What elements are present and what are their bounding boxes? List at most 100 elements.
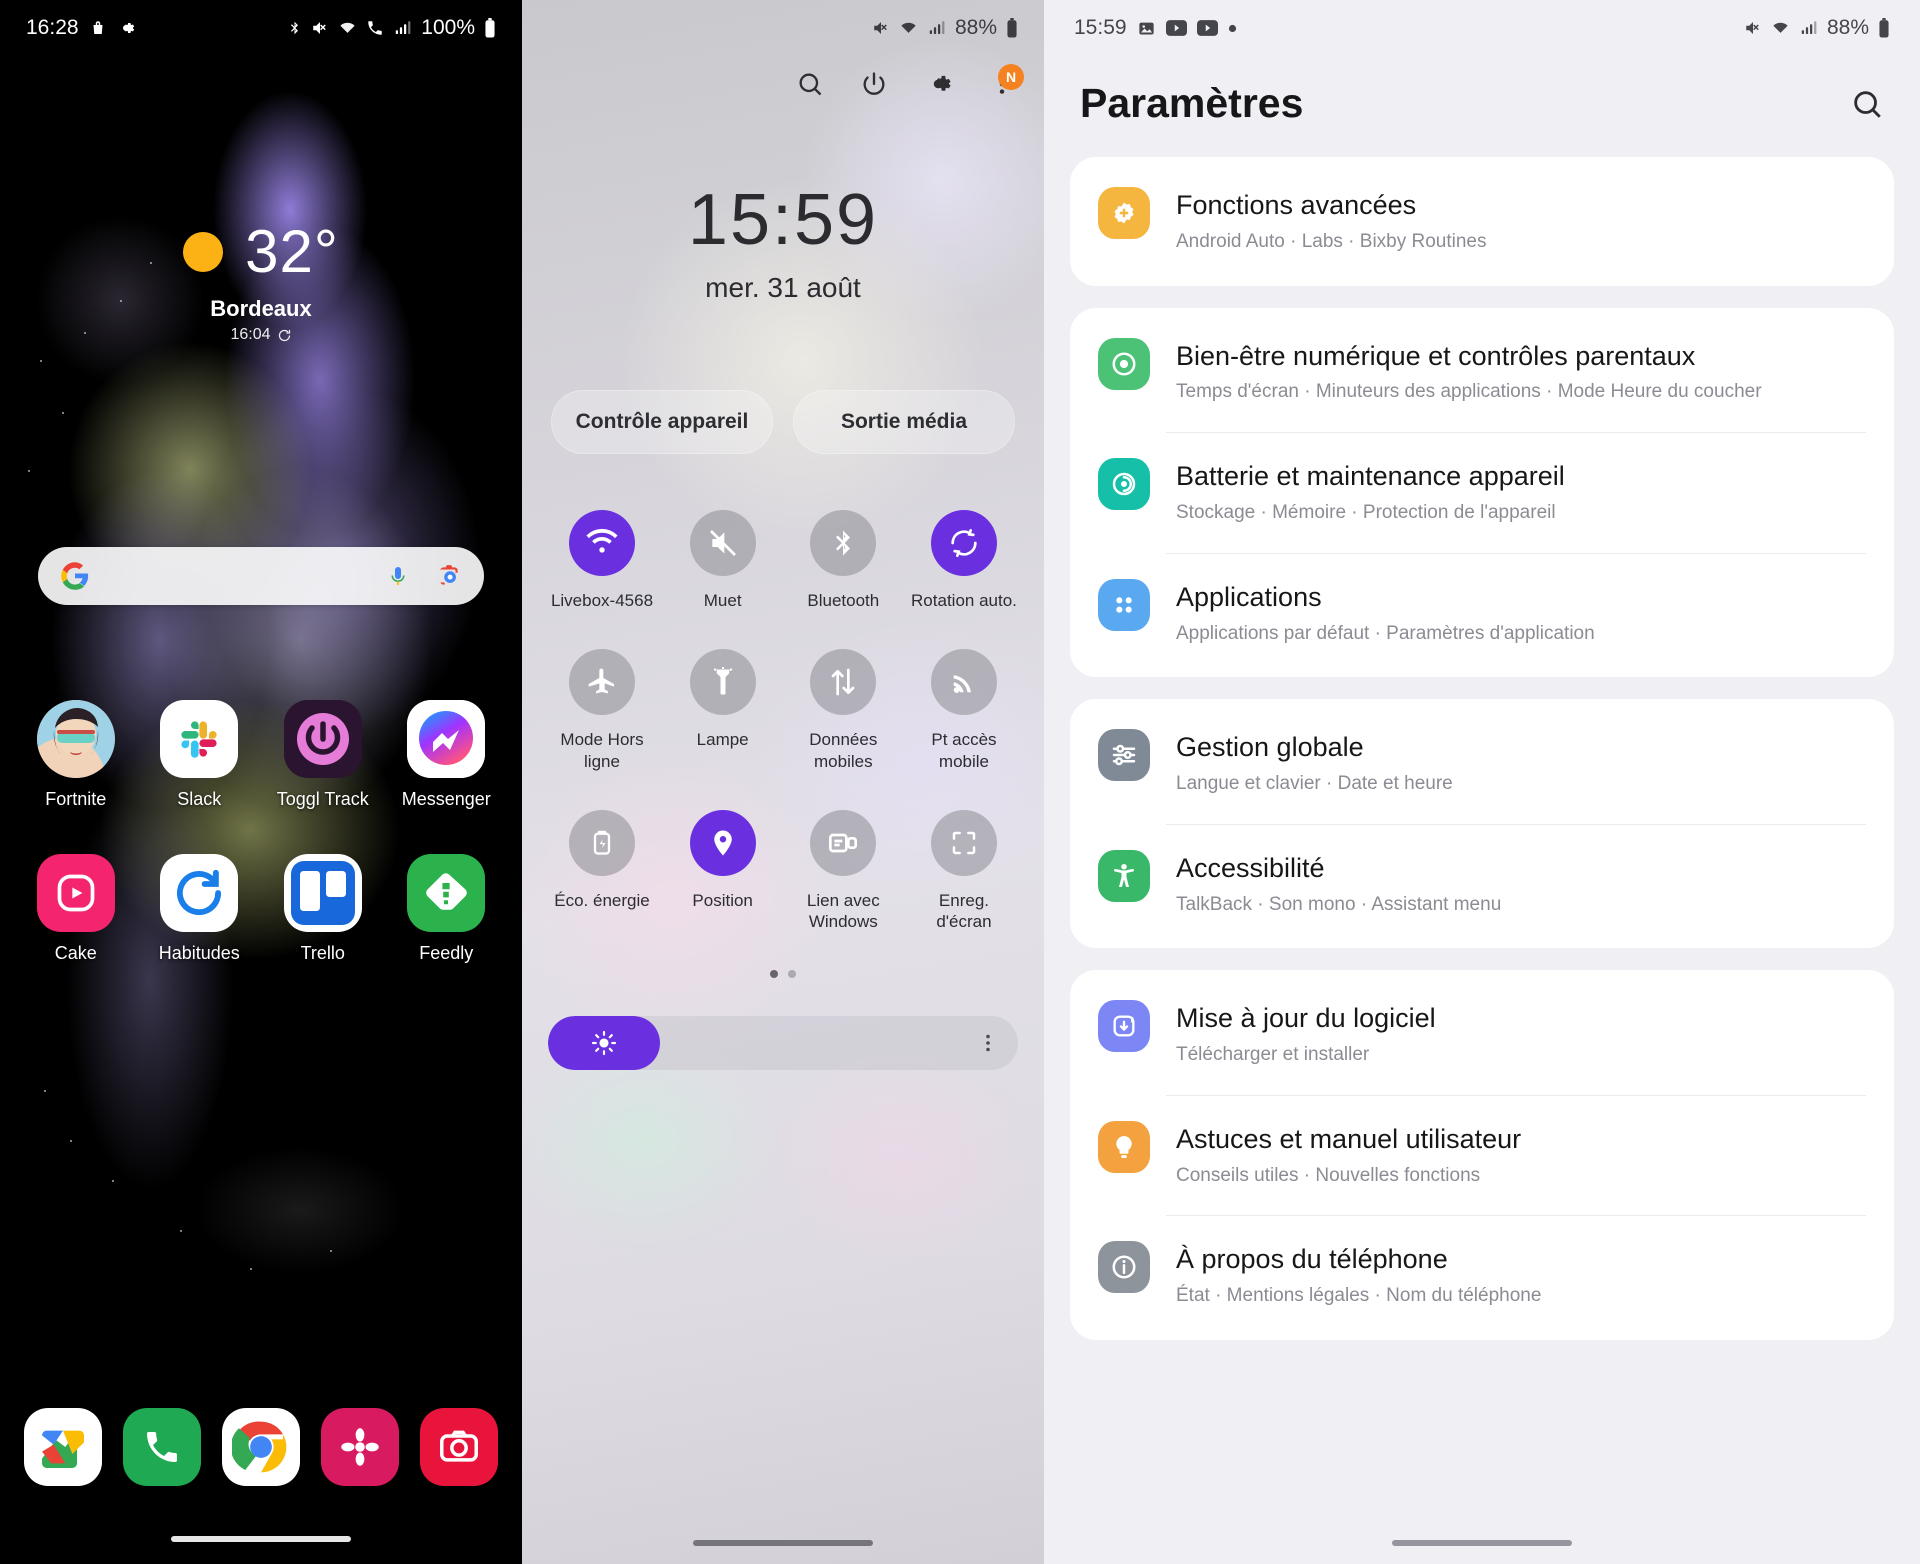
qs-tile-auto-rotate[interactable]: Rotation auto.	[910, 510, 1018, 611]
flower-app-icon[interactable]	[320, 1408, 399, 1486]
qs-page-indicator	[522, 970, 1044, 979]
camera-icon[interactable]	[419, 1408, 498, 1486]
airplane-icon[interactable]	[569, 649, 635, 716]
settings-nav-pill[interactable]	[1392, 1540, 1572, 1546]
power-saving-icon[interactable]	[569, 809, 635, 876]
power-icon[interactable]	[860, 70, 888, 98]
settings-group-3: Gestion globale Langue et clavier · Date…	[1070, 699, 1894, 949]
more-vertical-icon[interactable]	[976, 1031, 1018, 1055]
home-dock	[0, 1408, 522, 1486]
profile-badge[interactable]: N	[998, 64, 1024, 90]
app-row-2: Cake Habitudes Trello Feedly	[0, 854, 522, 964]
google-lens-icon[interactable]	[436, 563, 462, 589]
qs-tile-label: Mode Hors ligne	[560, 730, 644, 771]
app-messenger[interactable]: Messenger	[393, 700, 499, 810]
google-search-bar[interactable]	[38, 547, 484, 605]
qs-tile-link-windows[interactable]: Lien avec Windows	[789, 809, 897, 933]
settings-item-tips[interactable]: Astuces et manuel utilisateur Conseils u…	[1070, 1094, 1894, 1216]
feedly-icon	[407, 854, 486, 932]
location-pin-icon[interactable]	[689, 809, 756, 876]
settings-item-digital-wellbeing[interactable]: Bien-être numérique et contrôles parenta…	[1070, 312, 1894, 433]
wifi-icon	[338, 19, 357, 37]
screen-record-icon[interactable]	[930, 809, 997, 876]
brightness-slider[interactable]	[548, 1016, 1018, 1071]
settings-item-title: Batterie et maintenance appareil	[1176, 461, 1565, 492]
sun-icon	[183, 232, 224, 272]
settings-item-texts: Accessibilité TalkBack · Son mono · Assi…	[1176, 850, 1866, 919]
quick-settings-panel: 88% N 15:59 mer. 31 août Contrôle appare…	[522, 0, 1044, 1564]
flashlight-icon[interactable]	[689, 649, 756, 716]
home-app-grid: Fortnite Slack Toggl Track Messenger Cak…	[0, 700, 522, 1008]
settings-item-accessibility[interactable]: Accessibilité TalkBack · Son mono · Assi…	[1070, 823, 1894, 945]
page-dot-1[interactable]	[770, 970, 778, 979]
settings-item-battery-care[interactable]: Batterie et maintenance appareil Stockag…	[1070, 432, 1894, 553]
weather-widget[interactable]: 32° Bordeaux 16:04	[0, 222, 522, 344]
mobile-data-icon[interactable]	[810, 649, 877, 716]
weather-updated-time: 16:04	[230, 326, 271, 343]
hotspot-icon[interactable]	[930, 649, 997, 716]
google-maps-icon[interactable]	[24, 1408, 103, 1486]
refresh-icon[interactable]	[277, 328, 292, 343]
search-icon[interactable]	[1850, 87, 1884, 121]
screenshot-stage: 16:28 100% 32° Bordeaux 16:04 Fortnite S…	[0, 0, 1920, 1564]
qs-tile-power-saving[interactable]: Éco. énergie	[548, 809, 656, 933]
qs-tile-airplane[interactable]: Mode Hors ligne	[548, 649, 656, 772]
wifi-icon[interactable]	[569, 510, 635, 576]
app-habitudes[interactable]: Habitudes	[146, 854, 252, 964]
home-screen-panel: 16:28 100% 32° Bordeaux 16:04 Fortnite S…	[0, 0, 522, 1564]
qs-tile-mobile-data[interactable]: Données mobiles	[789, 649, 897, 772]
app-slack[interactable]: Slack	[146, 700, 252, 810]
app-trello[interactable]: Trello	[270, 854, 376, 964]
qs-clock-date: mer. 31 août	[705, 272, 861, 303]
settings-item-title: Astuces et manuel utilisateur	[1176, 1123, 1522, 1154]
settings-item-texts: Astuces et manuel utilisateur Conseils u…	[1176, 1121, 1866, 1190]
qs-tile-label: Lampe	[696, 730, 749, 750]
app-cake[interactable]: Cake	[23, 854, 129, 964]
microphone-icon[interactable]	[386, 564, 410, 588]
link-windows-icon[interactable]	[810, 809, 877, 876]
qs-nav-pill[interactable]	[693, 1540, 873, 1546]
settings-item-about-phone[interactable]: À propos du téléphone État · Mentions lé…	[1070, 1215, 1894, 1336]
qs-tile-label: Enreg. d'écran	[936, 890, 992, 931]
phone-icon[interactable]	[123, 1408, 202, 1486]
settings-item-title: Applications	[1176, 581, 1322, 612]
app-fortnite[interactable]: Fortnite	[23, 700, 129, 810]
settings-item-software-update[interactable]: Mise à jour du logiciel Télécharger et i…	[1070, 974, 1894, 1095]
qs-tile-mute[interactable]: Muet	[669, 510, 777, 611]
gear-icon[interactable]	[924, 70, 952, 98]
battery-percent: 88%	[954, 16, 997, 39]
device-control-button[interactable]: Contrôle appareil	[551, 390, 773, 454]
page-dot-2[interactable]	[788, 970, 796, 979]
gear-icon	[117, 19, 135, 37]
chrome-icon[interactable]	[221, 1408, 300, 1486]
bluetooth-icon[interactable]	[810, 510, 877, 576]
accessibility-icon	[1098, 849, 1150, 902]
app-feedly[interactable]: Feedly	[393, 854, 499, 964]
media-output-button[interactable]: Sortie média	[793, 390, 1015, 454]
qs-tile-screen-record[interactable]: Enreg. d'écran	[910, 809, 1018, 933]
mute-icon[interactable]	[689, 510, 756, 576]
qs-tile-bluetooth[interactable]: Bluetooth	[789, 510, 897, 611]
app-label: Slack	[177, 789, 222, 809]
qs-tile-flashlight[interactable]: Lampe	[669, 649, 777, 772]
settings-item-subtitle: TalkBack · Son mono · Assistant menu	[1176, 893, 1502, 915]
settings-item-advanced-features[interactable]: Fonctions avancées Android Auto · Labs ·…	[1070, 161, 1894, 282]
signal-icon	[1799, 19, 1818, 37]
qs-clock-time: 15:59	[687, 180, 879, 260]
settings-item-title: Accessibilité	[1176, 852, 1325, 883]
settings-item-general-management[interactable]: Gestion globale Langue et clavier · Date…	[1070, 703, 1894, 824]
search-icon[interactable]	[796, 70, 824, 98]
app-label: Feedly	[419, 943, 474, 963]
app-label: Messenger	[401, 789, 491, 809]
home-nav-pill[interactable]	[171, 1536, 351, 1542]
qs-tile-hotspot[interactable]: Pt accès mobile	[910, 649, 1018, 772]
battery-percent: 88%	[1826, 16, 1869, 39]
qs-toggle-row-1: Livebox-4568 Muet Bluetooth Rotation aut…	[548, 510, 1018, 611]
qs-tile-location[interactable]: Position	[669, 809, 777, 933]
qs-tile-wifi[interactable]: Livebox-4568	[548, 510, 656, 611]
trello-icon	[283, 854, 362, 932]
auto-rotate-icon[interactable]	[930, 510, 997, 576]
app-toggl-track[interactable]: Toggl Track	[270, 700, 376, 810]
settings-item-texts: Batterie et maintenance appareil Stockag…	[1176, 458, 1866, 527]
settings-item-applications[interactable]: Applications Applications par défaut · P…	[1070, 552, 1894, 674]
